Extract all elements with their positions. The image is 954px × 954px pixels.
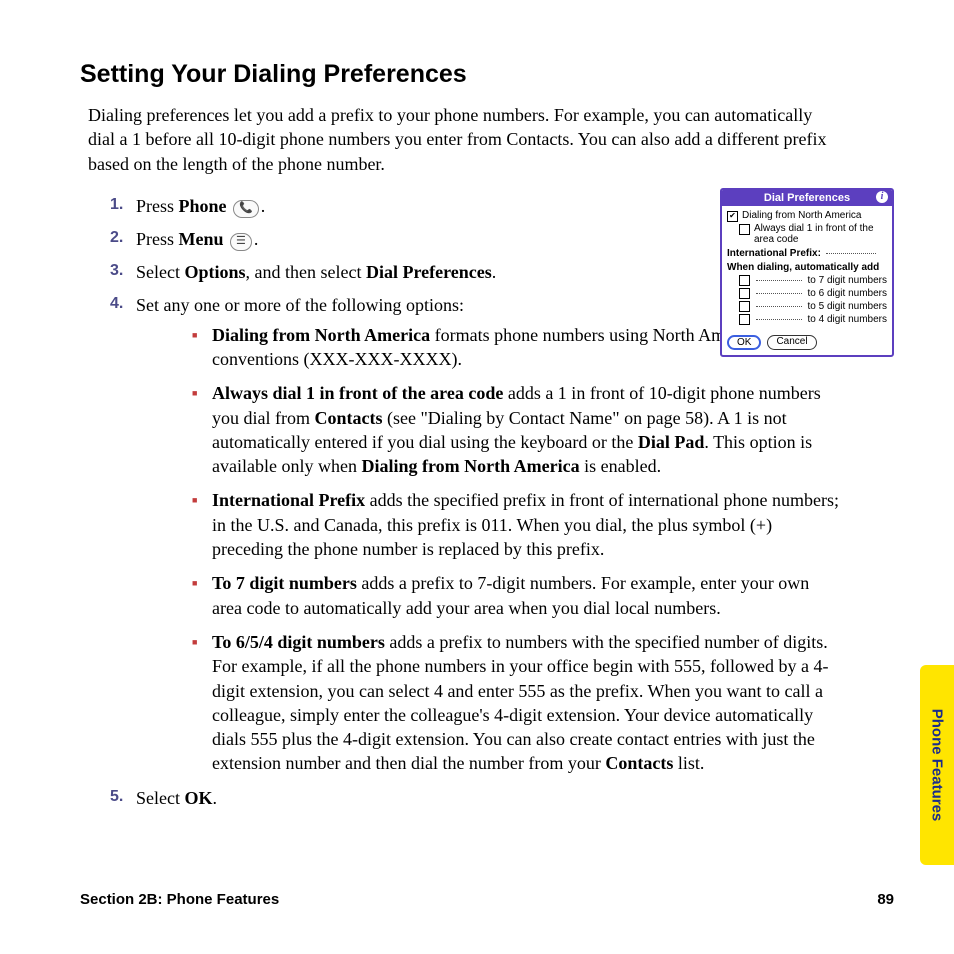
page-number: 89 xyxy=(877,891,894,908)
checkbox-5dig xyxy=(739,301,750,312)
step-number: 5. xyxy=(110,786,123,808)
step-number: 3. xyxy=(110,260,123,282)
step-4: 4. Set any one or more of the following … xyxy=(110,293,840,775)
option-always-dial-1: Always dial 1 in front of the area code … xyxy=(192,381,840,478)
figure-cancel-button: Cancel xyxy=(767,335,816,350)
checkbox-7dig xyxy=(739,275,750,286)
option-7-digit: To 7 digit numbers adds a prefix to 7-di… xyxy=(192,571,840,620)
checkbox-dialing-na xyxy=(727,211,738,222)
figure-titlebar: Dial Preferences i xyxy=(722,190,892,206)
checkbox-6dig xyxy=(739,288,750,299)
option-654-digit: To 6/5/4 digit numbers adds a prefix to … xyxy=(192,630,840,776)
menu-icon: ☰ xyxy=(230,233,252,251)
step-5: 5. Select OK. xyxy=(110,786,840,811)
info-icon: i xyxy=(876,191,888,203)
phone-icon: 📞 xyxy=(233,200,259,218)
step-number: 4. xyxy=(110,293,123,315)
side-tab: Phone Features xyxy=(920,665,954,865)
page-title: Setting Your Dialing Preferences xyxy=(80,60,840,89)
checkbox-always-1 xyxy=(739,224,750,235)
figure-ok-button: OK xyxy=(727,335,761,350)
dial-preferences-figure: Dial Preferences i Dialing from North Am… xyxy=(720,188,894,357)
option-intl-prefix: International Prefix adds the specified … xyxy=(192,488,840,561)
step-number: 2. xyxy=(110,227,123,249)
checkbox-4dig xyxy=(739,314,750,325)
footer-section: Section 2B: Phone Features xyxy=(80,891,279,908)
step-number: 1. xyxy=(110,194,123,216)
side-tab-label: Phone Features xyxy=(929,709,946,822)
intro-paragraph: Dialing preferences let you add a prefix… xyxy=(80,103,840,176)
